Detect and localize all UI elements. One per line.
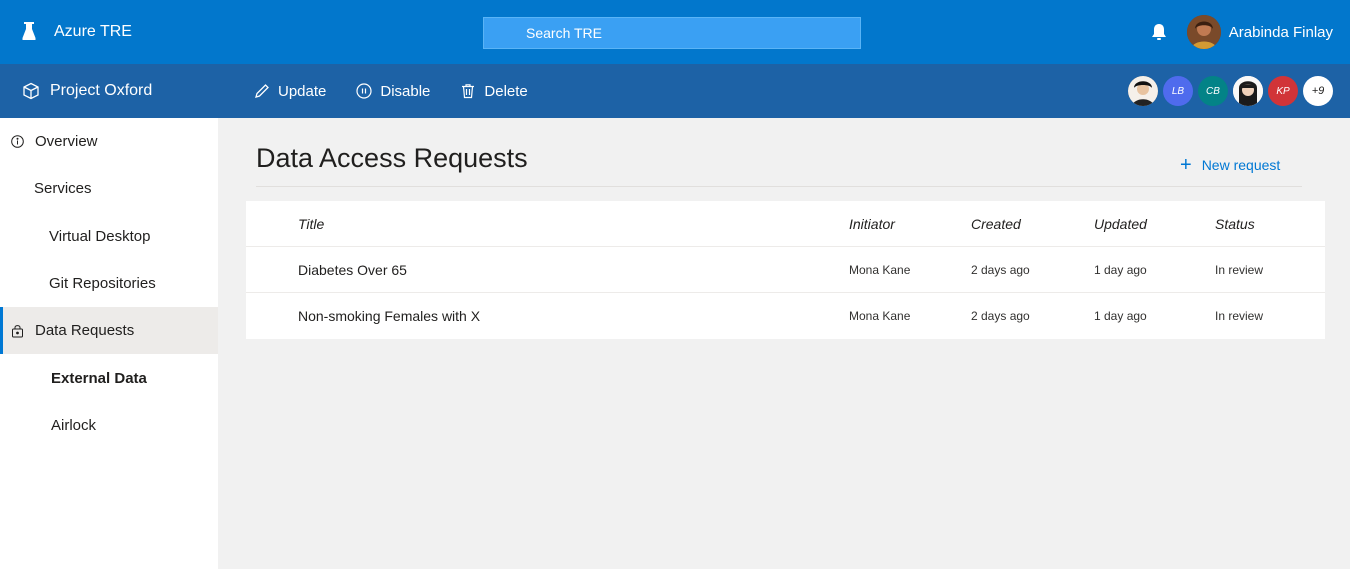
sidebar-item-label: Services [34,180,92,198]
cube-icon [22,82,40,100]
sidebar-item-overview[interactable]: Overview [0,118,218,165]
update-label: Update [278,82,327,100]
member-avatar[interactable] [1233,76,1263,106]
row-status: In review [1215,309,1264,323]
requests-table: Title Initiator Created Updated Status D… [246,201,1325,339]
column-header-updated[interactable]: Updated [1094,201,1147,247]
table-row[interactable]: Diabetes Over 65 Mona Kane 2 days ago 1 … [246,247,1325,293]
sidebar-item-label: External Data [51,369,147,387]
sidebar-item-label: Overview [35,133,98,151]
project-name: Project Oxford [50,82,153,99]
column-header-status[interactable]: Status [1215,201,1255,247]
disable-button[interactable]: Disable [356,83,430,100]
app-brand[interactable]: Azure TRE [22,22,132,42]
page-title: Data Access Requests [256,143,528,173]
sidebar-item-label: Data Requests [35,322,135,340]
user-avatar[interactable] [1186,15,1221,49]
sidebar-item-virtual-desktop[interactable]: Virtual Desktop [0,213,218,260]
sidebar-item-external-data[interactable]: External Data [0,354,218,401]
sidebar-item-services[interactable]: Services [0,165,218,212]
delete-button[interactable]: Delete [460,82,528,100]
member-avatar-kp[interactable]: KP [1268,76,1298,106]
bell-icon[interactable] [1151,23,1169,41]
app-title: Azure TRE [54,23,132,40]
trash-icon [460,83,476,99]
row-title[interactable]: Diabetes Over 65 [298,247,407,293]
user-area: Arabinda Finlay [1151,0,1333,64]
row-created: 2 days ago [971,263,1030,277]
title-divider [256,186,1302,187]
pencil-icon [254,83,270,99]
row-status: In review [1215,263,1264,277]
flask-icon [22,22,40,42]
column-header-created[interactable]: Created [971,201,1021,247]
sidebar-item-label: Git Repositories [49,275,156,293]
top-bar: Azure TRE Search TRE Arabinda Finlay [0,0,1350,64]
member-avatar-cb[interactable]: CB [1198,76,1228,106]
row-updated: 1 day ago [1094,309,1147,323]
sidebar: Overview Services Virtual Desktop Git Re… [0,118,218,569]
row-initiator: Mona Kane [849,263,911,277]
project-title[interactable]: Project Oxford [22,82,254,100]
new-request-label: New request [1201,157,1281,173]
delete-label: Delete [484,82,528,100]
table-header-row: Title Initiator Created Updated Status [246,201,1325,247]
sidebar-item-label: Airlock [51,416,97,434]
pause-circle-icon [356,83,372,99]
sidebar-item-airlock[interactable]: Airlock [0,402,218,449]
info-icon [11,134,25,149]
sidebar-item-data-requests[interactable]: Data Requests [0,307,218,355]
new-request-button[interactable]: + New request [1180,155,1280,175]
plus-icon: + [1180,154,1192,176]
row-updated: 1 day ago [1094,263,1147,277]
member-avatar[interactable] [1128,76,1158,106]
search-input[interactable]: Search TRE [483,17,861,49]
table-row[interactable]: Non-smoking Females with X Mona Kane 2 d… [246,293,1325,339]
row-created: 2 days ago [971,309,1030,323]
row-initiator: Mona Kane [849,309,911,323]
update-button[interactable]: Update [254,83,326,100]
column-header-initiator[interactable]: Initiator [849,201,895,247]
member-avatars: LB CB KP +9 [1123,76,1333,106]
row-title[interactable]: Non-smoking Females with X [298,293,480,339]
sidebar-item-git-repositories[interactable]: Git Repositories [0,260,218,307]
user-name[interactable]: Arabinda Finlay [1229,24,1333,41]
column-header-title[interactable]: Title [298,201,324,247]
sidebar-item-label: Virtual Desktop [49,227,151,245]
project-bar: Project Oxford Update Disable Delete LB … [0,64,1350,118]
member-avatar-lb[interactable]: LB [1163,76,1193,106]
member-overflow-count[interactable]: +9 [1303,76,1333,106]
lock-bag-icon [11,324,25,338]
disable-label: Disable [380,82,431,100]
